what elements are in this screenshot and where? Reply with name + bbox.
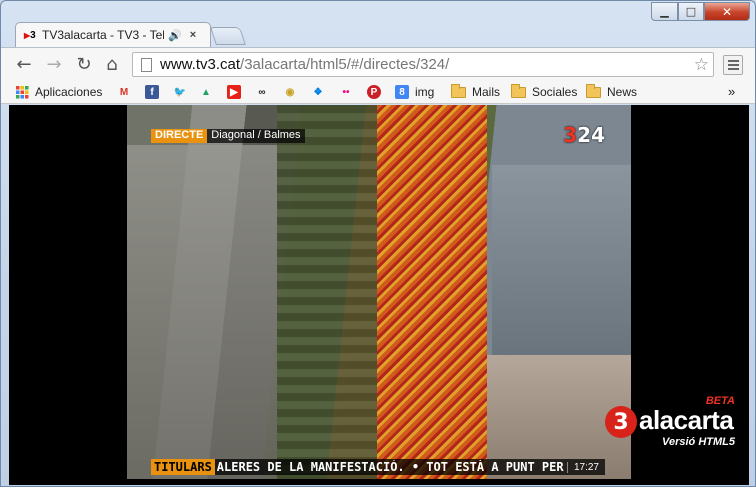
alacarta-logo: BETA 3 alacarta Versió HTML5 bbox=[603, 395, 743, 455]
bookmark-pinterest[interactable]: P bbox=[367, 82, 381, 102]
address-bar[interactable]: www.tv3.cat/3alacarta/html5/#/directes/3… bbox=[132, 52, 714, 77]
bookmarks-bar: Aplicaciones Mf 🐦 ▲ ▶ ∞ ◉ ❖ •• P 8 img Mails Sociales… bbox=[1, 81, 755, 104]
bookmark-gmail[interactable]: M bbox=[117, 82, 131, 102]
page-icon bbox=[141, 57, 152, 72]
twitter-icon: 🐦 bbox=[173, 86, 187, 98]
bookmark-news[interactable]: News bbox=[586, 82, 637, 102]
coin-icon: ◉ bbox=[285, 86, 295, 98]
back-arrow-icon[interactable]: ← bbox=[13, 53, 35, 75]
bookmark-drive[interactable]: ▲ bbox=[199, 82, 213, 102]
bookmark-youtube[interactable]: ▶ bbox=[227, 82, 241, 102]
bookmark-aplicaciones[interactable]: Aplicaciones bbox=[15, 82, 102, 102]
bookmark-label: Mails bbox=[472, 85, 501, 99]
pinterest-icon: P bbox=[367, 85, 381, 99]
page-content: DIRECTE Diagonal / Balmes 324 TITULARS A… bbox=[9, 105, 749, 485]
ticker-tag: TITULARS bbox=[151, 459, 215, 475]
bookmark-label: Aplicaciones bbox=[35, 85, 103, 99]
bookmark-label: img bbox=[415, 85, 435, 99]
folder-icon bbox=[586, 83, 601, 98]
infinity-icon: ∞ bbox=[258, 86, 266, 98]
drive-icon: ▲ bbox=[201, 86, 211, 98]
home-icon[interactable]: ⌂ bbox=[101, 53, 123, 75]
tv3-favicon-icon: ▶ 3 bbox=[24, 29, 36, 41]
apps-grid-icon bbox=[15, 85, 29, 99]
youtube-icon: ▶ bbox=[227, 85, 241, 99]
tab-close-icon[interactable]: × bbox=[190, 29, 196, 41]
ticker-clock: 17:27 bbox=[566, 461, 605, 473]
flickr-icon: •• bbox=[342, 86, 350, 98]
dropbox-icon: ❖ bbox=[313, 86, 323, 98]
location-label: Diagonal / Balmes bbox=[207, 129, 305, 143]
bookmark-label: Sociales bbox=[532, 85, 578, 99]
chrome-menu-button[interactable] bbox=[723, 55, 743, 75]
facebook-icon: f bbox=[145, 85, 159, 99]
bookmark-dropbox[interactable]: ❖ bbox=[311, 82, 325, 102]
news-ticker: TITULARS ALERES DE LA MANIFESTACIÓ. • TO… bbox=[151, 459, 605, 475]
brand-subtitle: Versió HTML5 bbox=[662, 436, 735, 448]
folder-icon bbox=[451, 83, 466, 98]
tab-title: TV3alacarta - TV3 - Tele bbox=[42, 28, 164, 42]
bookmark-img[interactable]: 8 img bbox=[395, 82, 434, 102]
browser-window: ▁ □ ✕ ▶ 3 TV3alacarta - TV3 - Tele 🔊 × ← … bbox=[0, 0, 756, 487]
reload-icon[interactable]: ↻ bbox=[73, 53, 95, 75]
bookmark-label: News bbox=[607, 85, 638, 99]
maximize-button[interactable]: □ bbox=[678, 2, 704, 21]
live-location-banner: DIRECTE Diagonal / Balmes bbox=[151, 129, 305, 143]
live-tag: DIRECTE bbox=[151, 129, 208, 143]
bookmark-star-icon[interactable]: ☆ bbox=[694, 55, 709, 75]
ticker-text: ALERES DE LA MANIFESTACIÓ. • TOT ESTÀ A … bbox=[216, 460, 564, 474]
google-icon: 8 bbox=[395, 85, 409, 99]
toolbar: ← → ↻ ⌂ www.tv3.cat/3alacarta/html5/#/di… bbox=[1, 47, 755, 81]
tv3-badge-icon: 3 bbox=[605, 406, 637, 438]
bookmark-facebook[interactable]: f bbox=[145, 82, 159, 102]
bookmark-twitter[interactable]: 🐦 bbox=[173, 82, 187, 102]
channel-324-logo: 324 bbox=[563, 123, 605, 147]
new-tab-button[interactable] bbox=[210, 27, 246, 45]
url-text[interactable]: www.tv3.cat/3alacarta/html5/#/directes/3… bbox=[160, 56, 449, 73]
bookmark-sociales[interactable]: Sociales bbox=[511, 82, 577, 102]
minimize-button[interactable]: ▁ bbox=[651, 2, 678, 21]
live-video-player[interactable]: DIRECTE Diagonal / Balmes 324 TITULARS A… bbox=[127, 105, 631, 479]
brand-name: alacarta bbox=[639, 405, 734, 435]
bookmarks-overflow-button[interactable]: » bbox=[728, 84, 735, 99]
bookmark-coin[interactable]: ◉ bbox=[283, 82, 297, 102]
folder-icon bbox=[511, 83, 526, 98]
bookmark-infinity[interactable]: ∞ bbox=[255, 82, 269, 102]
gmail-icon: M bbox=[119, 86, 129, 98]
bookmark-flickr[interactable]: •• bbox=[339, 82, 353, 102]
close-window-button[interactable]: ✕ bbox=[704, 2, 750, 21]
bookmark-mails[interactable]: Mails bbox=[451, 82, 500, 102]
browser-tab[interactable]: ▶ 3 TV3alacarta - TV3 - Tele 🔊 × bbox=[15, 22, 211, 47]
forward-arrow-icon[interactable]: → bbox=[43, 53, 65, 75]
speaker-icon: 🔊 bbox=[168, 29, 182, 42]
